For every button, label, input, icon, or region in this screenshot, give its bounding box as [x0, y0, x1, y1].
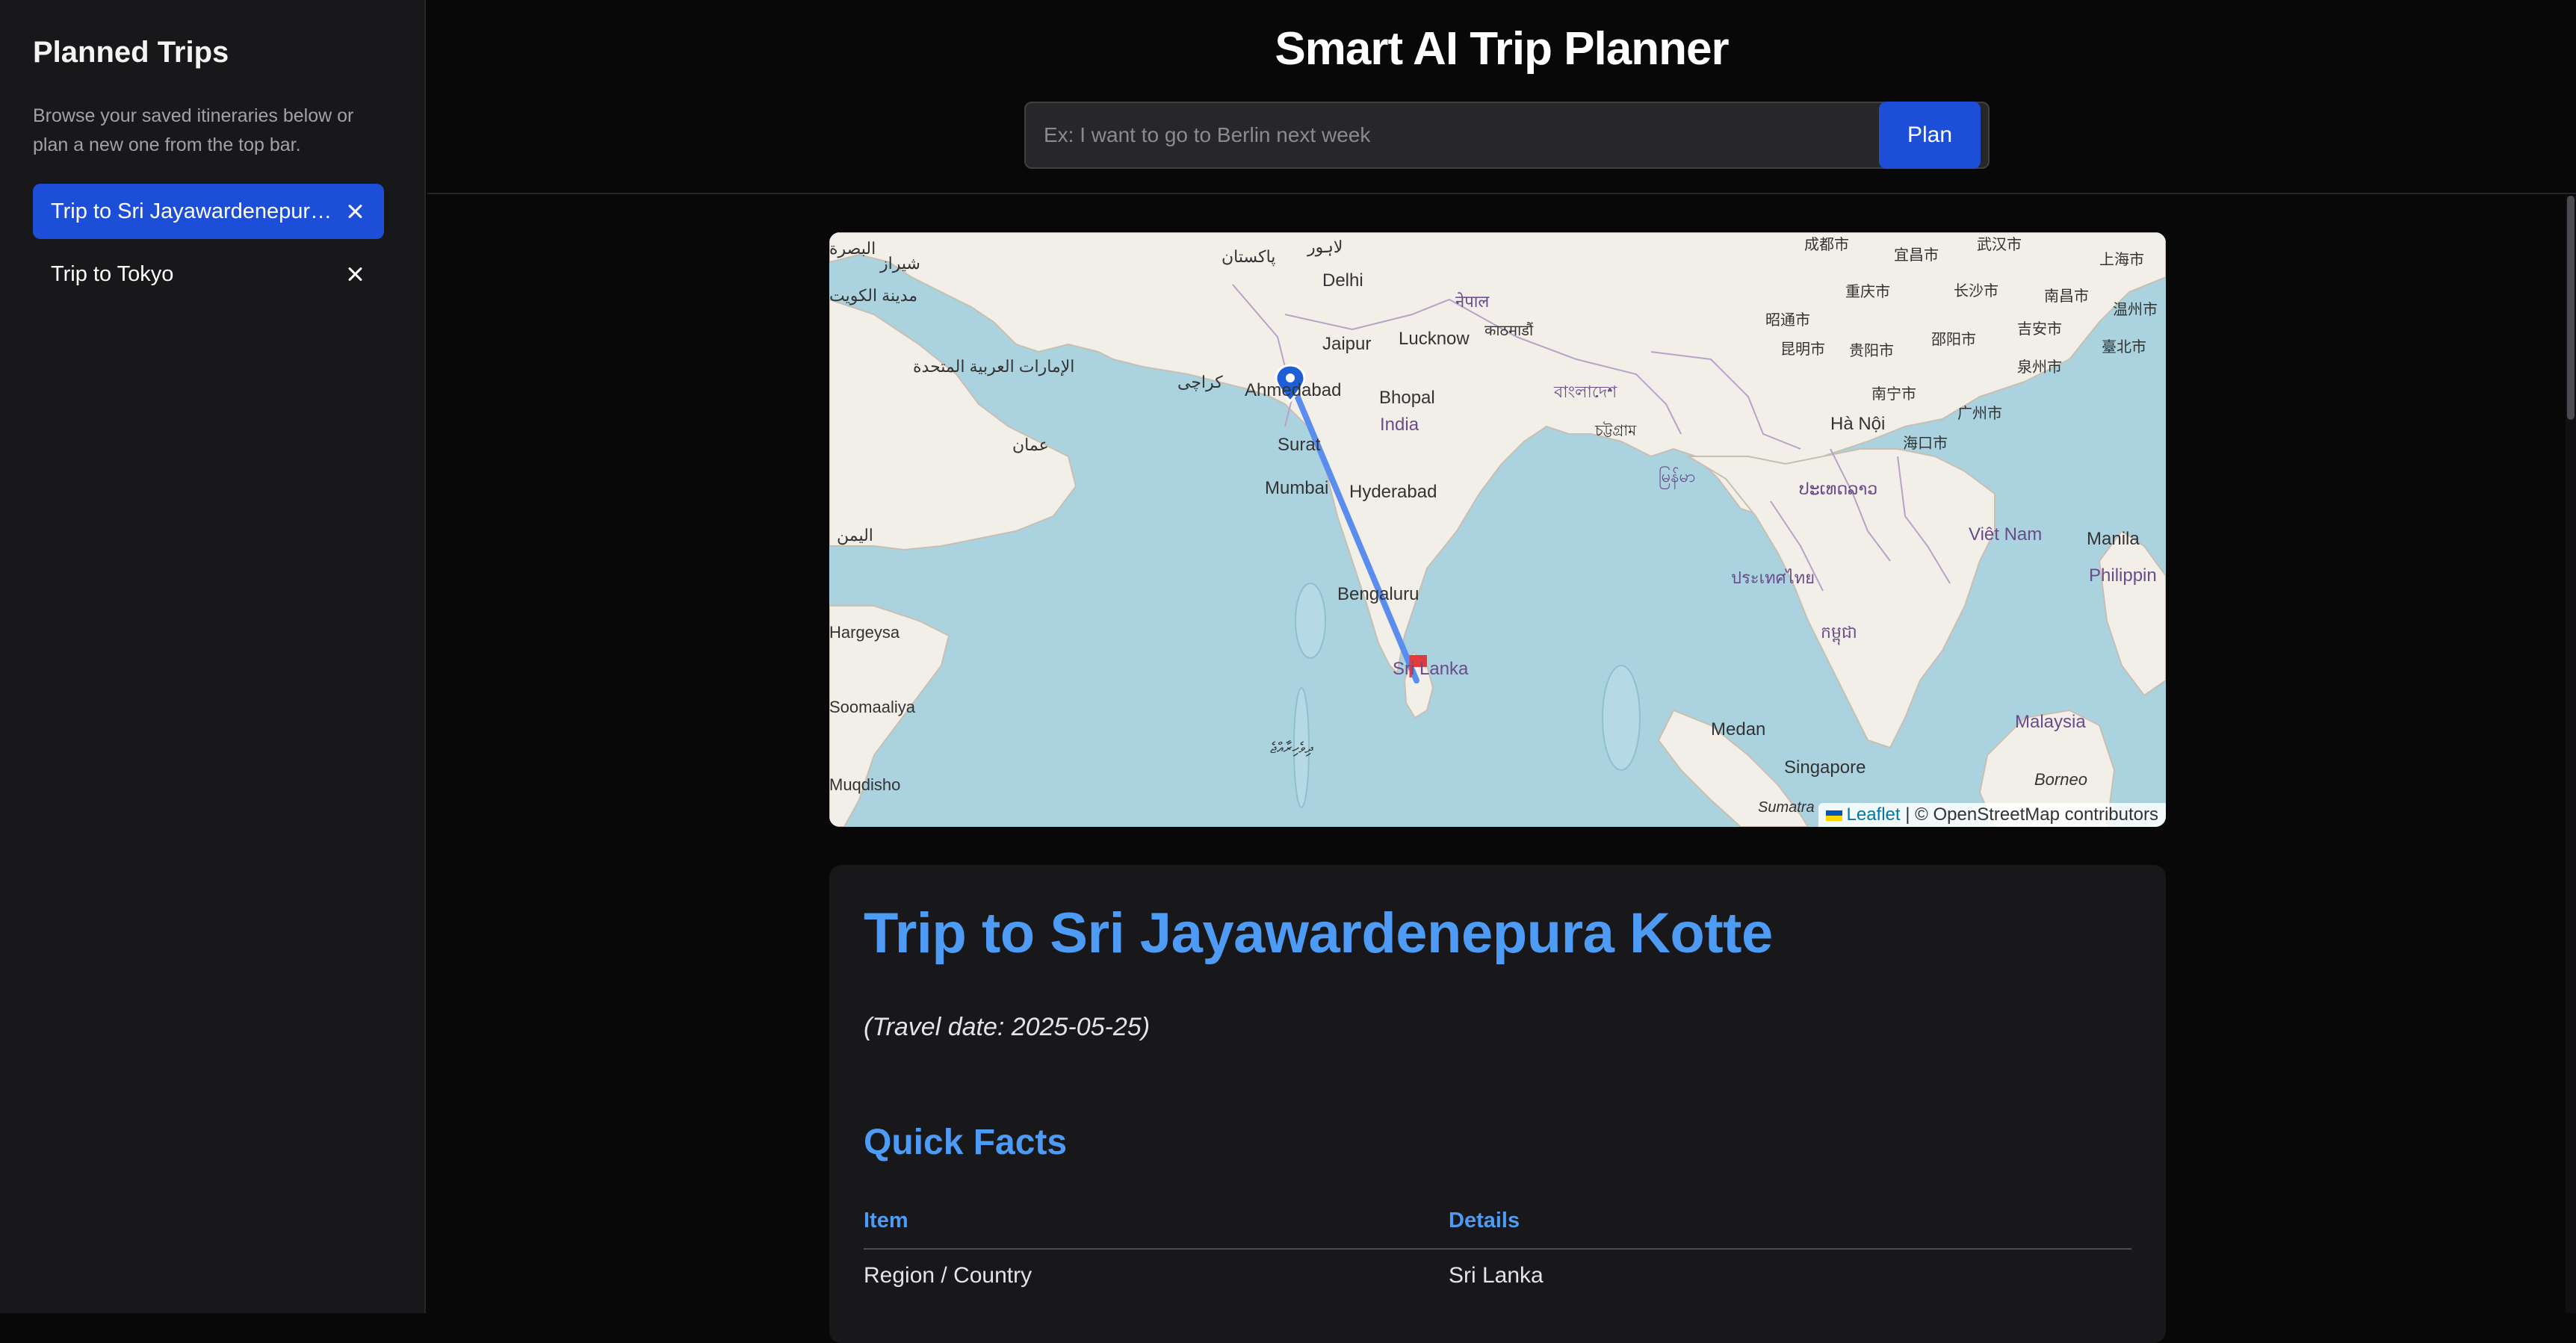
trip-item-label[interactable]: Trip to Tokyo	[51, 262, 344, 287]
map-label-manila: Manila	[2087, 529, 2140, 549]
map-label-chongqing: 重庆市	[1845, 283, 1890, 300]
map-label-guangzhou: 广州市	[1957, 405, 2002, 422]
map-label-maldives: ދިވެހިރާއްޖެ	[1270, 740, 1313, 757]
map-label-kathmandu: काठमाडौं	[1484, 322, 1534, 339]
map-label-laos: ປະເທດລາວ	[1799, 480, 1877, 498]
scrollbar-thumb[interactable]	[2567, 196, 2575, 420]
trip-item-sri-jayawardenepura-kotte[interactable]: Trip to Sri Jayawardenepura Kotte	[33, 184, 384, 239]
map-label-taipei: 臺北市	[2102, 338, 2146, 356]
map-label-mumbai: Mumbai	[1265, 478, 1328, 498]
map-label-oman: عمان	[1012, 435, 1049, 454]
map-label-wenzhou: 温州市	[2113, 301, 2158, 318]
quick-facts-table: Item Details Region / Country Sri Lanka	[864, 1209, 2131, 1288]
map-canvas[interactable]: Delhi Jaipur Lucknow Ahmedabad Bhopal In…	[829, 232, 2166, 827]
osm-attribution: | © OpenStreetMap contributors	[1905, 804, 2158, 825]
map-label-basra: البصرة	[829, 239, 876, 258]
trip-title: Trip to Sri Jayawardenepura Kotte	[864, 902, 1773, 965]
map-label-mogadishu: Muqdisho	[829, 775, 900, 794]
map-label-ahmedabad: Ahmedabad	[1245, 380, 1341, 400]
map-label-jaipur: Jaipur	[1322, 334, 1371, 354]
map-label-yichang: 宜昌市	[1894, 246, 1939, 264]
close-icon[interactable]	[344, 263, 366, 285]
app-title: Smart AI Trip Planner	[1275, 23, 1729, 75]
map-label-ha-noi: Hà Nội	[1830, 414, 1885, 434]
map-label-chattogram: চট্টগ্রাম	[1594, 421, 1637, 439]
map-label-nanning: 南宁市	[1871, 385, 1916, 403]
quick-facts-heading: Quick Facts	[864, 1123, 1068, 1162]
close-icon[interactable]	[344, 200, 366, 223]
map-label-shaoyang: 邵阳市	[1931, 331, 1976, 348]
map-label-yemen: اليمن	[837, 526, 873, 545]
map-label-nepal: नेपाल	[1455, 292, 1490, 311]
map-attribution: Leaflet | © OpenStreetMap contributors	[1818, 803, 2166, 827]
land-lakshadweep	[1295, 583, 1326, 659]
map-label-karachi: کراچی	[1177, 373, 1223, 392]
map-label-bhopal: Bhopal	[1379, 388, 1435, 408]
map-label-kuwait: مدينة الكويت	[829, 286, 917, 305]
map-label-lucknow: Lucknow	[1399, 329, 1470, 349]
itinerary-card: Trip to Sri Jayawardenepura Kotte (Trave…	[829, 865, 2166, 1343]
table-header-item: Item	[864, 1209, 1449, 1250]
map-label-kunming: 昆明市	[1780, 341, 1825, 358]
map-label-borneo: Borneo	[2034, 770, 2087, 789]
sidebar: Planned Trips Browse your saved itinerar…	[0, 0, 426, 1313]
map-label-sri-lanka: Sri Lanka	[1393, 659, 1469, 679]
map-label-viet-nam: Viêt Nam	[1969, 524, 2042, 545]
map-label-somaliya: Soomaaliya	[829, 698, 916, 716]
table-header-details: Details	[1449, 1209, 2131, 1250]
map-label-quanzhou: 泉州市	[2017, 359, 2062, 376]
map-label-delhi: Delhi	[1322, 270, 1363, 291]
map-label-medan: Medan	[1711, 719, 1765, 739]
sidebar-title: Planned Trips	[33, 36, 229, 69]
map-label-shiraz: شیراز	[879, 254, 920, 273]
table-cell: Region / Country	[864, 1263, 1032, 1288]
map-label-malaysia: Malaysia	[2015, 712, 2086, 732]
map-label-lahore: لاہور	[1307, 238, 1343, 257]
map-label-bengaluru: Bengaluru	[1337, 584, 1419, 604]
trip-item-tokyo[interactable]: Trip to Tokyo	[33, 246, 384, 302]
map-label-guiyang: 贵阳市	[1849, 342, 1894, 359]
ukraine-flag-icon	[1825, 810, 1842, 821]
map-label-thailand: ประเทศไทย	[1731, 568, 1815, 587]
table-header-row: Item Details	[864, 1209, 2131, 1250]
plan-button[interactable]: Plan	[1879, 102, 1981, 169]
map-label-philippines: Philippin	[2089, 565, 2157, 586]
map-label-zhaotong: 昭通市	[1765, 311, 1810, 329]
land-andaman	[1602, 665, 1641, 771]
map-label-sumatra: Sumatra	[1758, 799, 1815, 816]
map-label-surat: Surat	[1278, 435, 1321, 455]
map-label-nanchang: 南昌市	[2044, 288, 2089, 305]
map-label-jian: 吉安市	[2017, 320, 2062, 338]
map-label-hyderabad: Hyderabad	[1349, 482, 1437, 502]
map-label-singapore: Singapore	[1784, 757, 1866, 778]
map-label-bangladesh: বাংলাদেশ	[1553, 382, 1617, 401]
table-row: Region / Country Sri Lanka	[864, 1249, 2131, 1288]
route-map[interactable]: Delhi Jaipur Lucknow Ahmedabad Bhopal In…	[829, 232, 2166, 827]
map-label-india: India	[1380, 415, 1419, 435]
map-label-shanghai: 上海市	[2099, 251, 2144, 268]
map-label-uae: الإمارات العربية المتحدة	[913, 357, 1074, 376]
leaflet-link[interactable]: Leaflet	[1847, 804, 1901, 825]
sidebar-description: Browse your saved itineraries below or p…	[33, 105, 354, 155]
top-bar: Smart AI Trip Planner Plan	[427, 0, 2576, 194]
travel-date: (Travel date: 2025-05-25)	[864, 1013, 1151, 1041]
trip-item-label[interactable]: Trip to Sri Jayawardenepura Kotte	[51, 199, 344, 224]
map-label-changsha: 长沙市	[1954, 282, 1998, 300]
map-label-haikou: 海口市	[1903, 435, 1948, 452]
map-label-hargeysa: Hargeysa	[829, 623, 900, 642]
map-label-chengdu: 成都市	[1804, 236, 1849, 253]
map-label-pakistan: پاکستان	[1222, 247, 1275, 267]
map-label-wuhan: 武汉市	[1977, 236, 2022, 253]
table-cell: Sri Lanka	[1449, 1263, 1544, 1288]
trip-prompt-input[interactable]	[1024, 102, 1990, 169]
